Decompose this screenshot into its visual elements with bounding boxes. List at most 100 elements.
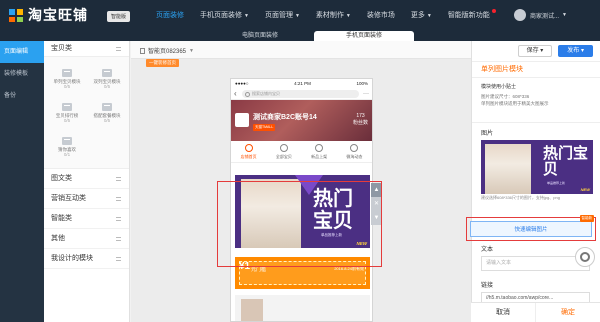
module-category-row[interactable]: 图文类	[44, 169, 129, 189]
module-tile[interactable]: 单列宝贝模块 0/5	[48, 69, 86, 89]
cancel-button[interactable]: 取消	[471, 303, 535, 322]
mode-tabs: 电脑页面装修 手机页面装修	[0, 31, 600, 41]
quick-edit-image-button[interactable]: 快速编辑图片 智能新	[466, 215, 596, 241]
shop-search-input[interactable]: 搜索店铺内宝贝	[242, 89, 359, 98]
nav-more[interactable]: 更多 ▼	[403, 0, 440, 31]
publish-button[interactable]: 发布 ▾	[558, 45, 593, 57]
text-input[interactable]: 请输入文本	[481, 256, 590, 271]
user-name: 商家测试...	[530, 13, 560, 20]
tab-mobile-decoration[interactable]: 手机页面装修	[314, 31, 414, 41]
coupon-condition: 元门槛	[251, 267, 267, 273]
nav-label: 智能版新功能	[447, 12, 490, 19]
edition-badge[interactable]: 智能版	[107, 11, 131, 22]
nav-new-features[interactable]: 智能版新功能	[440, 0, 504, 31]
module-category-row[interactable]: 我设计的模块	[44, 249, 129, 269]
shop-nav-new[interactable]: 新品上架	[302, 141, 337, 162]
help-float-button[interactable]	[575, 247, 595, 267]
sidebar-item-page-edit[interactable]: 页面编辑	[0, 41, 44, 63]
module-count: 0/5	[103, 118, 111, 123]
module-icon	[102, 69, 112, 77]
category-label: 营销互动类	[51, 195, 86, 202]
publish-label: 发布	[567, 48, 580, 54]
module-tile[interactable]: 双列宝贝模块 0/5	[88, 69, 126, 89]
nav-material[interactable]: 素材制作 ▼	[308, 0, 359, 31]
module-tile[interactable]: 宝贝排行榜 0/5	[48, 103, 86, 123]
nav-page-management[interactable]: 页面管理 ▼	[257, 0, 308, 31]
chevron-down-icon: ▾	[580, 48, 584, 54]
module-count: 0/5	[63, 84, 71, 89]
page-selector-label: 智能页082365	[148, 49, 187, 55]
expand-icon	[116, 217, 121, 221]
document-icon	[140, 47, 145, 54]
chevron-down-icon: ▼	[345, 13, 351, 19]
more-icon[interactable]: ···	[359, 91, 369, 97]
one-click-decorate-badge[interactable]: 一键装修首页	[146, 59, 179, 67]
user-menu[interactable]: 商家测试... ▼	[514, 9, 567, 21]
module-count: 0/1	[63, 152, 71, 157]
new-feature-tag: 智能新	[579, 215, 594, 222]
image-preview[interactable]: 热门宝贝 单品推荐上新 NEW	[481, 140, 593, 194]
panel-title: 单列图片模块	[472, 62, 600, 78]
status-time: 4:21 PM	[294, 81, 311, 86]
module-category-row[interactable]: 其他	[44, 229, 129, 249]
sidebar-item-backup[interactable]: 备份	[0, 85, 44, 107]
module-category-row[interactable]: 智能类	[44, 209, 129, 229]
back-icon[interactable]: ‹	[234, 89, 242, 98]
sidebar-item-templates[interactable]: 装修模板	[0, 63, 44, 85]
module-tile[interactable]: 猜你喜欢 0/1	[48, 137, 86, 157]
app-logo[interactable]: 淘宝旺铺	[8, 5, 88, 25]
shop-tag: 天猫TMALL	[253, 124, 276, 131]
phone-status-bar: ●●●●○ 4:21 PM 100%	[231, 79, 372, 88]
text-field-label: 文本	[481, 247, 494, 253]
confirm-button[interactable]: 确定	[535, 303, 600, 322]
shop-nav-label: 新品上架	[311, 154, 328, 159]
category-label: 其他	[51, 235, 65, 242]
module-thumbnail	[241, 299, 263, 321]
panel-actions: 保存 ▾ 发布 ▾	[472, 41, 600, 62]
module-tile[interactable]: 搭配套餐模块 0/5	[88, 103, 126, 123]
shop-nav-feed[interactable]: 微淘动态	[337, 141, 372, 162]
avatar	[514, 9, 526, 21]
module-category-row[interactable]: 营销互动类	[44, 189, 129, 209]
nav-page-decoration[interactable]: 页面装修	[148, 0, 192, 31]
preview-subtext: 单品推荐上新	[547, 181, 566, 185]
category-label: 宝贝类	[51, 45, 72, 52]
module-icon	[102, 103, 112, 111]
chevron-down-icon: ▼	[294, 13, 300, 19]
shop-banner[interactable]: 测试商家B2C账号14 天猫TMALL 173 粉丝数	[231, 100, 372, 141]
model-photo	[485, 144, 531, 194]
tips-title: 模块使用小贴士	[481, 84, 517, 90]
nav-mobile-decoration[interactable]: 手机页面装修 ▼	[192, 0, 257, 31]
nav-label: 素材制作	[315, 12, 344, 19]
nav-label: 更多	[410, 12, 425, 19]
fans-count: 173 粉丝数	[353, 113, 368, 127]
shop-nav-home[interactable]: 店铺首页	[231, 141, 266, 162]
module-count: 0/5	[103, 84, 111, 89]
next-module[interactable]	[235, 295, 370, 321]
module-category-header[interactable]: 宝贝类	[44, 41, 129, 57]
top-nav: 页面装修 手机页面装修 ▼ 页面管理 ▼ 素材制作 ▼ 装修市场 更多 ▼ 智能版新功能	[148, 0, 504, 31]
module-count: 0/5	[63, 118, 71, 123]
save-button[interactable]: 保存 ▾	[517, 45, 553, 57]
preview-new-tag: NEW	[580, 187, 590, 192]
expand-icon	[116, 237, 121, 241]
tips-line: 图片建议尺寸：608*336	[481, 94, 530, 99]
page-selector[interactable]: 智能页082365 ▼	[140, 46, 194, 55]
status-battery: 100%	[356, 81, 368, 86]
tab-pc-decoration[interactable]: 电脑页面装修	[210, 31, 310, 41]
expand-icon	[116, 177, 121, 181]
nav-market[interactable]: 装修市场	[359, 0, 403, 31]
chevron-down-icon: ▼	[562, 12, 567, 18]
module-icon	[62, 69, 72, 77]
chevron-down-icon: ▼	[426, 13, 432, 19]
nav-label: 页面管理	[264, 12, 293, 19]
shop-nav-all-items[interactable]: 全部宝贝	[266, 141, 301, 162]
phone-search-bar: ‹ 搜索店铺内宝贝 ···	[231, 88, 372, 100]
shop-nav-label: 店铺首页	[240, 154, 257, 159]
save-label: 保存	[526, 48, 539, 54]
nav-label: 页面装修	[156, 12, 184, 19]
nav-label: 手机页面装修	[200, 12, 242, 19]
module-panel: 宝贝类 单列宝贝模块 0/5 双列宝贝模块 0/5 宝贝排行榜 0/5 搭配套餐…	[44, 41, 130, 322]
link-field-label: 链接	[481, 283, 494, 289]
notification-dot	[491, 9, 496, 13]
